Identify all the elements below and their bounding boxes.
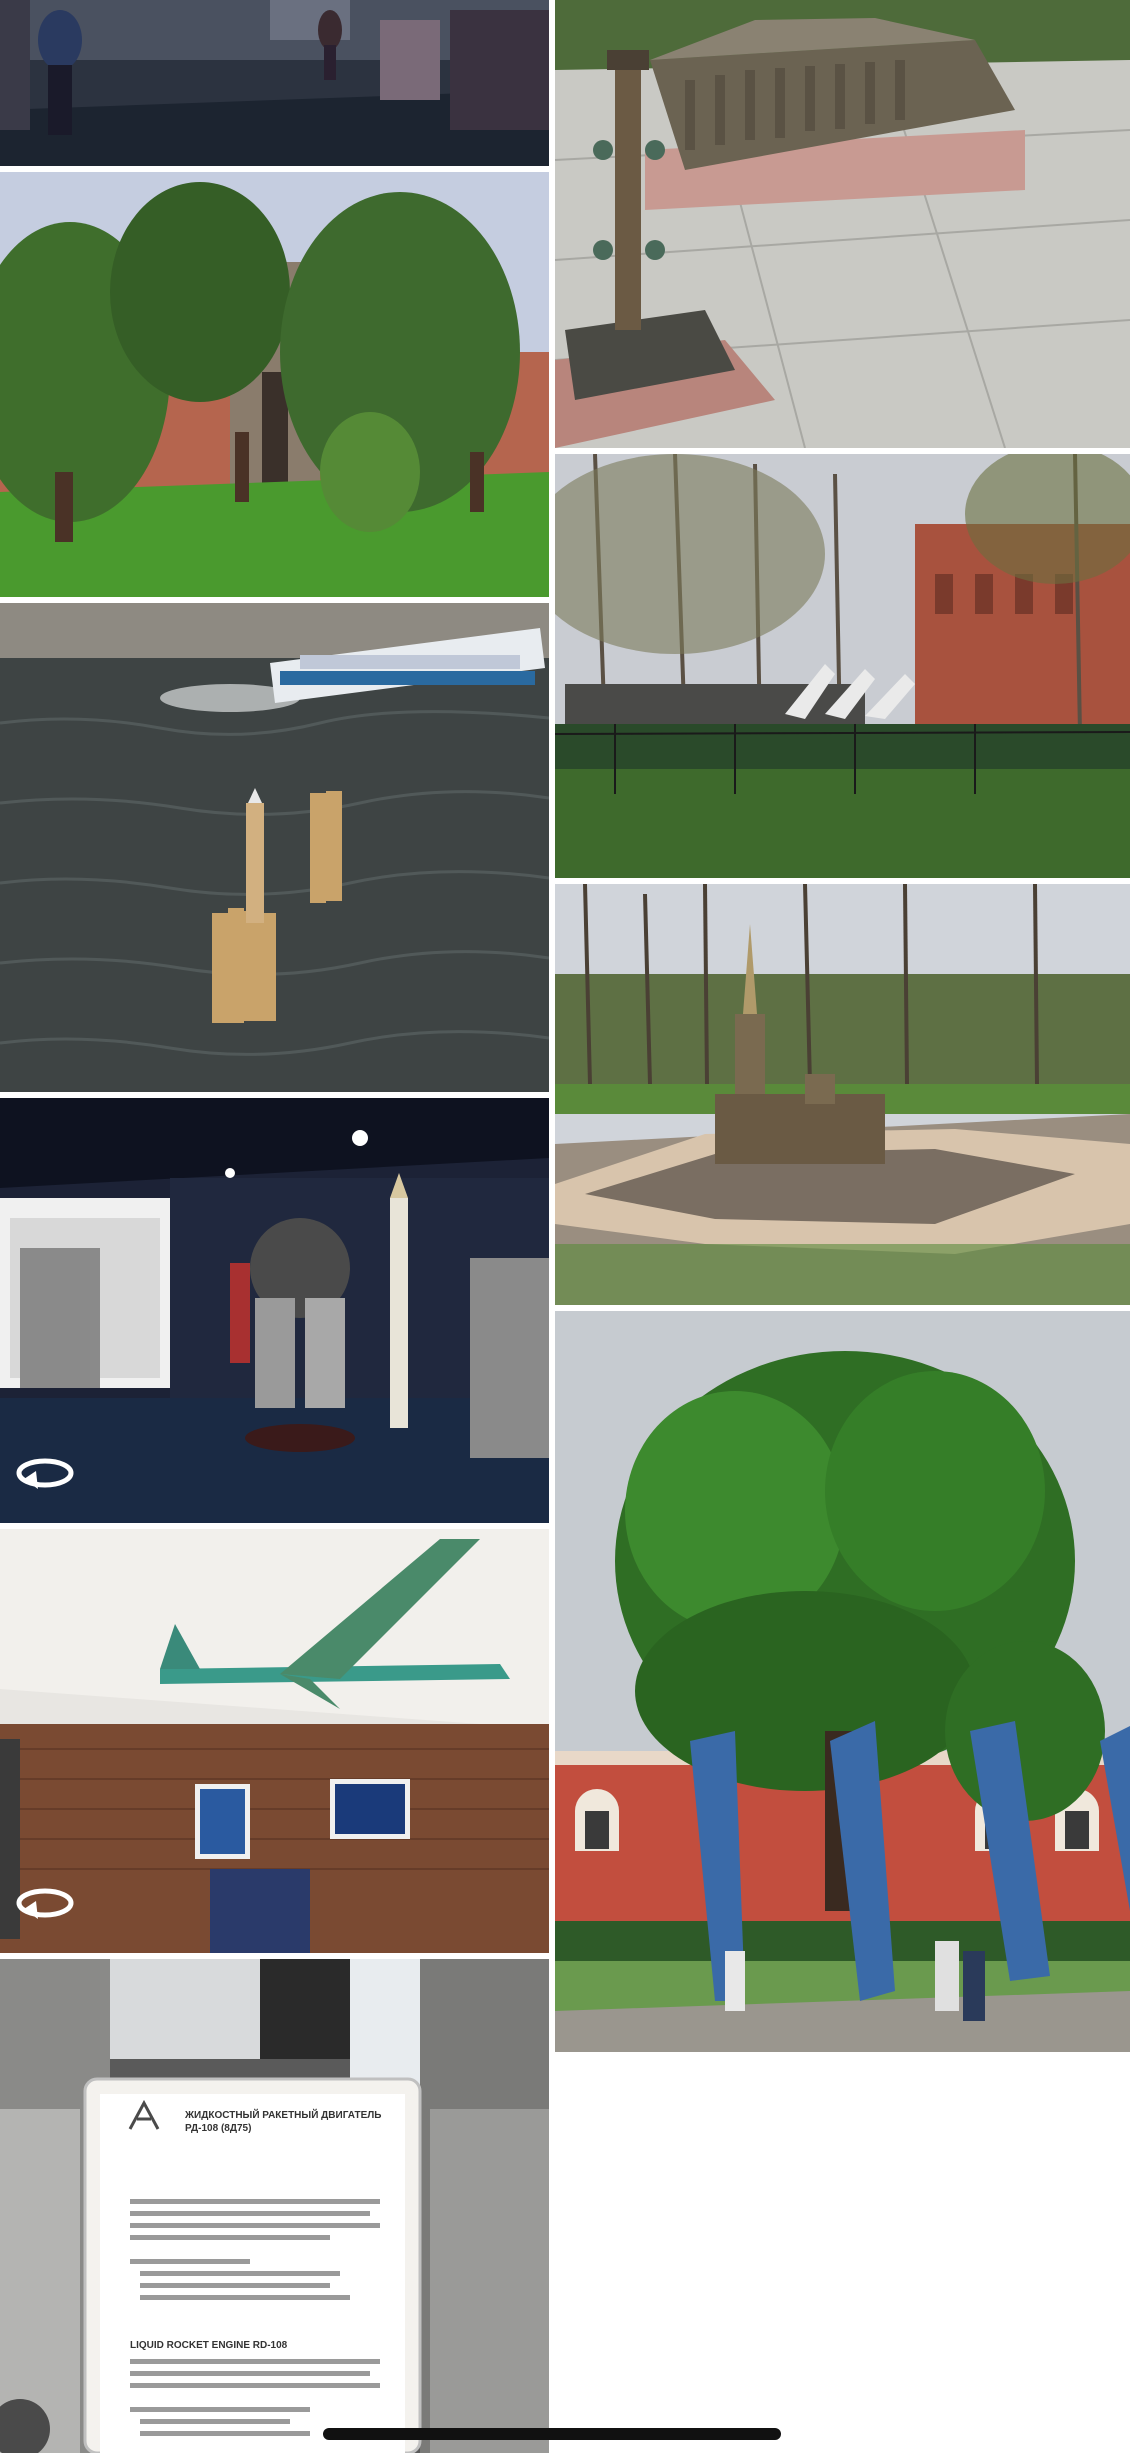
photo-missile-exhibit-hall[interactable] [0, 1529, 549, 1953]
photo-rocket-engine-exhibit[interactable] [0, 1098, 549, 1523]
photo-oak-tree-banners[interactable] [555, 1311, 1130, 2052]
photo-museum-hall[interactable] [0, 0, 549, 166]
placard-title-ru: ЖИДКОСТНЫЙ РАКЕТНЫЙ ДВИГАТЕЛЬ РД-108 (8Д… [185, 2110, 382, 2134]
rotate-360-icon [12, 1451, 78, 1495]
photo-river-boat[interactable] [0, 603, 549, 1092]
photo-fortress-model[interactable] [555, 0, 1130, 448]
photo-fortress-gate[interactable] [0, 172, 549, 597]
placard-title-en: LIQUID ROCKET ENGINE RD-108 [130, 2340, 288, 2351]
home-indicator[interactable] [323, 2428, 781, 2440]
rotate-360-icon [12, 1881, 78, 1925]
photo-engine-placard[interactable]: ЖИДКОСТНЫЙ РАКЕТНЫЙ ДВИГАТЕЛЬ РД-108 (8Д… [0, 1959, 549, 2453]
photo-artillery-museum[interactable] [555, 454, 1130, 878]
photo-cathedral-model[interactable] [555, 884, 1130, 1305]
